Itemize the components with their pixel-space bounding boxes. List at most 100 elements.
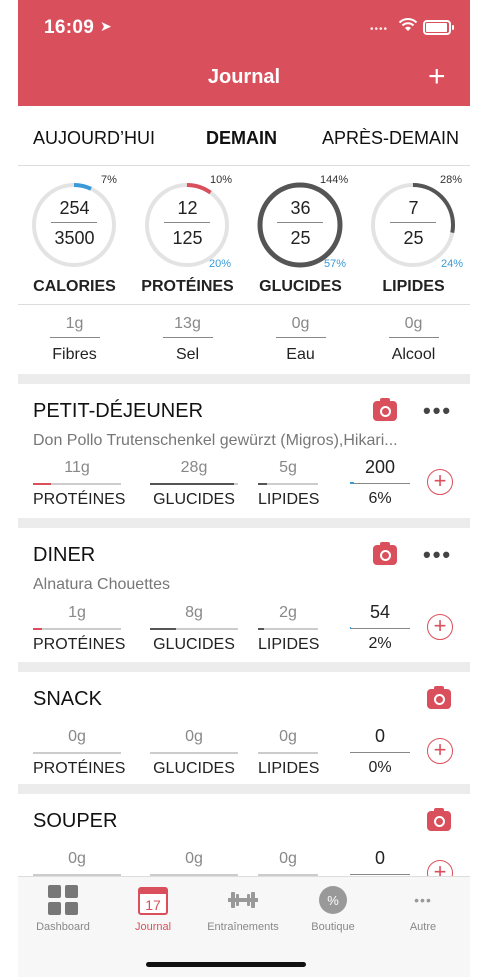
signal-icon: •••• [370,24,389,35]
meal-protein: 0g [33,850,121,876]
camera-icon[interactable] [373,542,397,565]
kcal-value: 200 [364,457,396,477]
meal-fat: 2g LIPIDES [258,604,319,654]
meal-snack[interactable]: SNACK 0g PROTÉINES 0g GLUCIDES 0g LIPIDE… [18,672,470,784]
proteins-goal: 125 [172,228,203,248]
top-bar: 16:09 ➤ •••• Journal + [18,0,470,106]
meal-calories: 200 6% [350,457,410,508]
alcohol-stat: 0g Alcool [357,315,470,364]
meal-protein: 1g PROTÉINES [33,604,126,654]
calories-goal: 3500 [54,228,95,248]
nav-dashboard[interactable]: Dashboard [18,885,108,933]
calories-consumed: 254 [59,198,90,218]
meal-protein: 11g PROTÉINES [33,459,125,509]
fat-value: 0g [279,728,297,745]
carbs-value: 0g [185,850,203,867]
carbs-value: 8g [185,604,203,621]
protein-label: PROTÉINES [33,760,126,777]
carbs-label: GLUCIDES [153,760,235,777]
add-food-button[interactable]: + [427,860,453,876]
meal-dinner[interactable]: SOUPER 0g 0g 0g 0 + [18,794,470,876]
add-food-button[interactable]: + [427,738,453,764]
alcohol-value: 0g [404,315,423,332]
nav-workouts-label: Entraînements [207,921,279,933]
nav-workouts[interactable]: Entraînements [198,885,288,933]
meal-fat: 0g LIPIDES [258,728,320,778]
kcal-percent: 0% [368,759,392,776]
meal-breakfast[interactable]: PETIT-DÉJEUNER ••• Don Pollo Trutenschen… [18,384,470,518]
camera-icon[interactable] [427,808,451,831]
more-dots-icon: ••• [414,892,432,908]
carbs-label: GLUCIDES [259,278,342,295]
fibres-label: Fibres [52,346,97,363]
fat-label: LIPIDES [382,278,445,295]
tab-day-after-tomorrow[interactable]: APRÈS-DEMAIN [322,128,459,149]
water-label: Eau [286,346,315,363]
meal-calories: 0 [350,848,410,875]
meal-carbs: 0g GLUCIDES [150,728,238,778]
tab-tomorrow[interactable]: DEMAIN [206,128,277,149]
protein-label: PROTÉINES [33,636,126,653]
more-options-icon[interactable]: ••• [423,542,452,568]
kcal-value: 54 [369,602,391,622]
meal-calories: 0 0% [350,726,410,777]
status-time: 16:09 [44,17,95,38]
add-button[interactable]: + [428,62,446,92]
camera-icon[interactable] [427,686,451,709]
carbs-label: GLUCIDES [153,491,235,508]
meal-calories: 54 2% [350,602,410,653]
carbs-consumed: 36 [290,198,311,218]
protein-value: 0g [68,728,86,745]
add-food-button[interactable]: + [427,469,453,495]
more-options-icon[interactable]: ••• [423,398,452,424]
add-food-button[interactable]: + [427,614,453,640]
nav-more[interactable]: ••• Autre [378,885,468,933]
meal-title: SNACK [33,688,102,710]
tab-today[interactable]: AUJOURD’HUI [33,128,155,149]
calories-ring [32,183,116,267]
salt-label: Sel [175,346,200,363]
summary-calories[interactable]: 7% 254 3500 CALORIES [18,166,131,304]
percent-badge-icon: % [318,885,348,915]
location-arrow-icon: ➤ [100,18,112,34]
kcal-percent: 2% [368,635,392,652]
calendar-icon: 17 [138,885,168,915]
meal-carbs: 28g GLUCIDES [150,459,238,509]
meal-protein: 0g PROTÉINES [33,728,126,778]
proteins-label: PROTÉINES [141,278,234,295]
fat-value: 0g [279,850,297,867]
secondary-nutrients: 1g Fibres 13g Sel 0g Eau 0g Alcool [18,304,470,374]
kcal-value: 0 [374,848,385,868]
nav-more-label: Autre [409,921,437,933]
salt-value: 13g [174,315,201,332]
dumbbell-icon [228,885,258,915]
kcal-value: 0 [374,726,385,746]
proteins-consumed: 12 [177,198,198,218]
protein-value: 1g [68,604,86,621]
summary-proteins[interactable]: 10% 20% 12 125 PROTÉINES [131,166,244,304]
fat-consumed: 7 [408,198,419,218]
meal-title: PETIT-DÉJEUNER [33,400,204,422]
fat-goal: 25 [403,228,424,248]
home-indicator [146,962,306,967]
summary-fat[interactable]: 28% 24% 7 25 LIPIDES [357,166,470,304]
nav-shop[interactable]: % Boutique [288,885,378,933]
carbs-label: GLUCIDES [153,636,235,653]
app-screen: 16:09 ➤ •••• Journal + AUJOURD’HUI DEMAI… [18,0,470,977]
protein-value: 0g [68,850,86,867]
carbs-goal: 25 [290,228,311,248]
water-stat: 0g Eau [244,315,357,364]
nav-journal[interactable]: 17 Journal [108,885,198,933]
summary-carbs[interactable]: 144% 57% 36 25 GLUCIDES [244,166,357,304]
camera-icon[interactable] [373,398,397,421]
proteins-percent: 10% [210,174,233,186]
meal-description: Don Pollo Trutenschenkel gewürzt (Migros… [33,432,398,449]
meal-fat: 5g LIPIDES [258,459,319,509]
nav-dashboard-label: Dashboard [36,921,90,933]
salt-stat: 13g Sel [131,315,244,364]
meal-lunch[interactable]: DINER ••• Alnatura Chouettes 1g PROTÉINE… [18,528,470,662]
proteins-percent-secondary: 20% [209,258,232,270]
battery-icon [423,20,454,35]
day-tabs: AUJOURD’HUI DEMAIN APRÈS-DEMAIN [18,106,470,166]
fat-label: LIPIDES [258,760,320,777]
